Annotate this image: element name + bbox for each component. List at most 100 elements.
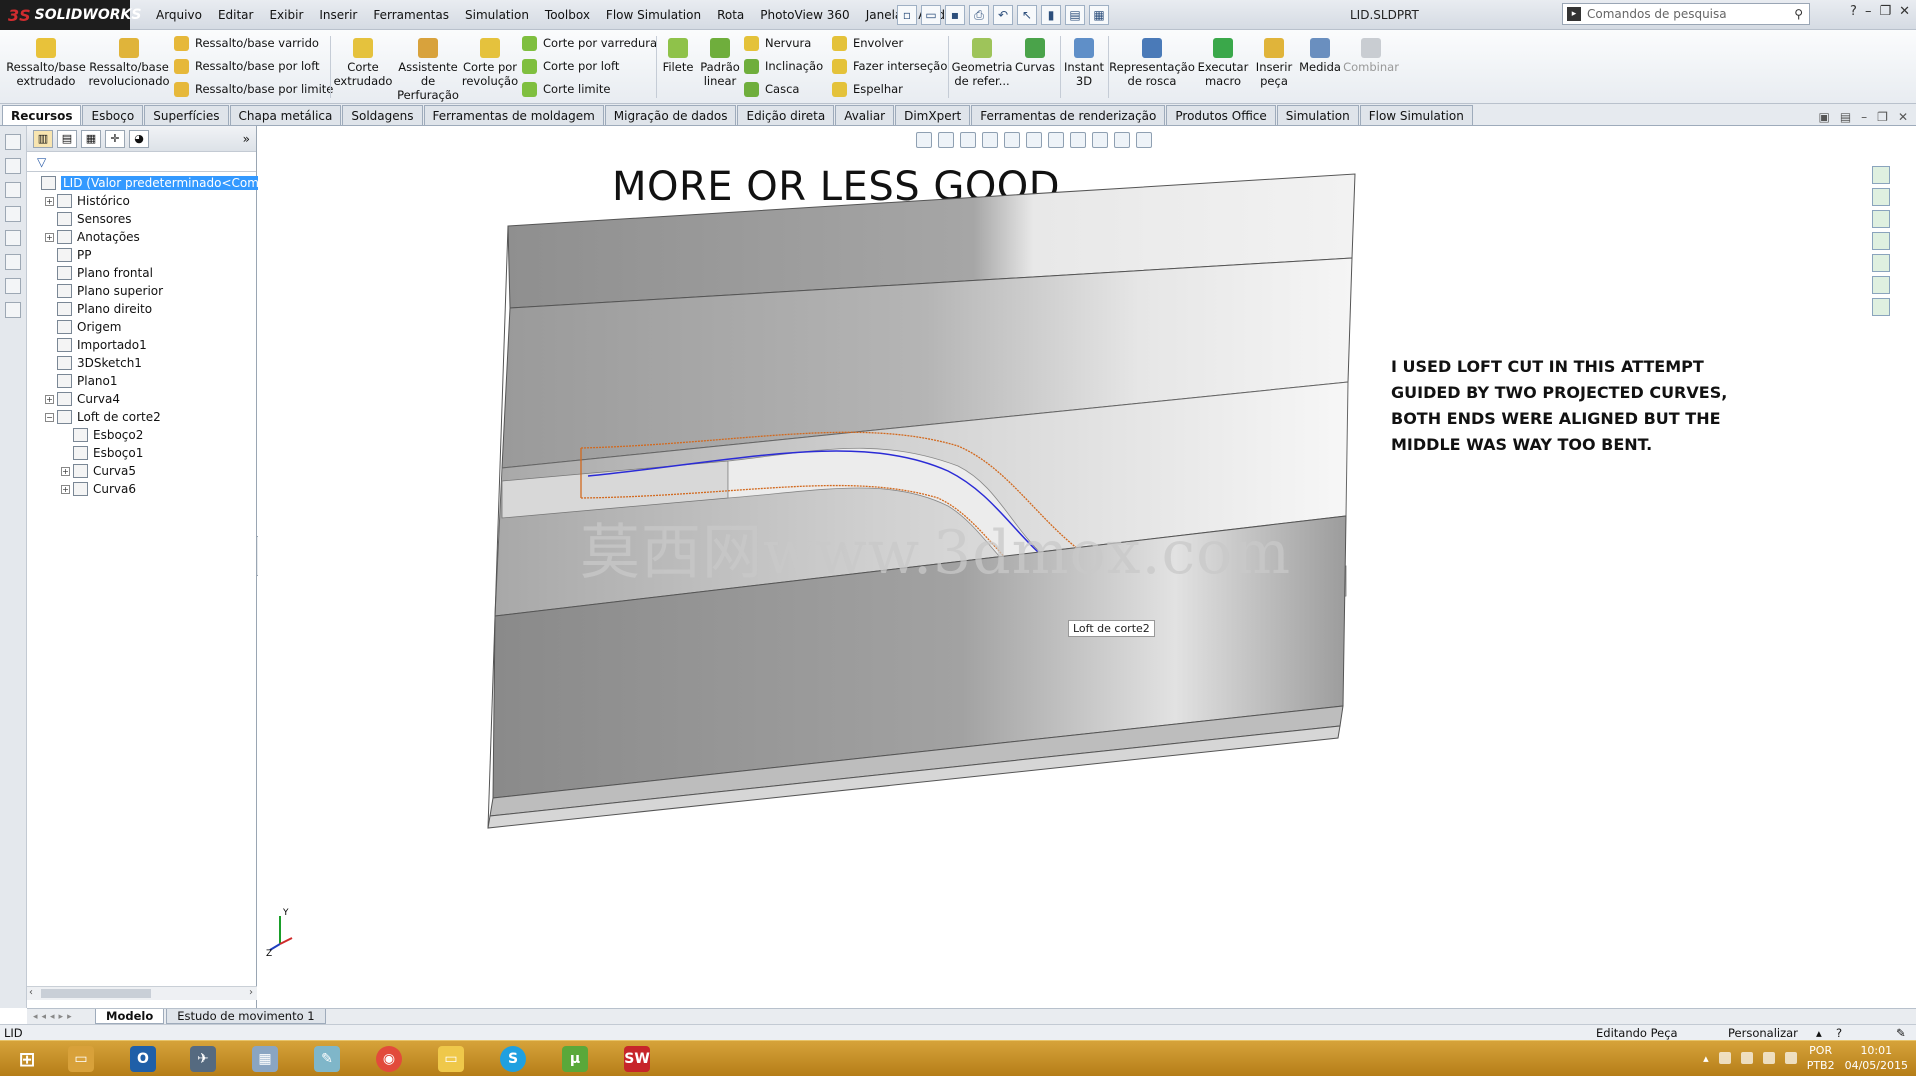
menu-rota[interactable]: Rota <box>709 8 752 22</box>
tab-soldagens[interactable]: Soldagens <box>342 105 423 125</box>
tile-icon[interactable]: ▣ <box>1818 110 1829 124</box>
tree-item[interactable]: Plano direito <box>27 300 256 318</box>
taskbar-solidworks[interactable]: SW <box>610 1044 664 1074</box>
options-icon[interactable]: ▦ <box>1089 5 1109 25</box>
tray-expand-icon[interactable]: ▴ <box>1703 1052 1709 1065</box>
menu-arquivo[interactable]: Arquivo <box>148 8 210 22</box>
expand-icon[interactable]: + <box>45 394 54 404</box>
file-properties-icon[interactable]: ▤ <box>1065 5 1085 25</box>
reference-geometry-button[interactable]: Geometria de refer... <box>952 38 1012 88</box>
taskbar-notepad[interactable]: ✎ <box>300 1044 354 1074</box>
taskbar-skype[interactable]: S <box>486 1044 540 1074</box>
print-icon[interactable]: ⎙ <box>969 5 989 25</box>
home-icon[interactable] <box>1872 188 1890 206</box>
tree-item[interactable]: + Anotações <box>27 228 256 246</box>
tree-item[interactable]: + Curva6 <box>27 480 256 498</box>
taskbar-calculator[interactable]: ▦ <box>238 1044 292 1074</box>
tree-item[interactable]: + Curva4 <box>27 390 256 408</box>
tab-dimxpert[interactable]: DimXpert <box>895 105 971 125</box>
custom-properties-icon[interactable] <box>1872 298 1890 316</box>
file-explorer-icon[interactable] <box>1872 232 1890 250</box>
run-macro-button[interactable]: Executar macro <box>1196 38 1250 88</box>
solidworks-logo[interactable]: 3S SOLIDWORKS <box>0 0 141 30</box>
restore-icon[interactable]: ❐ <box>1879 4 1891 19</box>
tab-flow-simulation[interactable]: Flow Simulation <box>1359 105 1473 125</box>
rib-button[interactable]: Nervura <box>744 34 823 52</box>
measure-button[interactable]: Medida <box>1298 38 1342 74</box>
status-help-icon[interactable]: ? <box>1836 1026 1842 1040</box>
tree-item[interactable]: + Curva5 <box>27 462 256 480</box>
extruded-cut-button[interactable]: Corte extrudado <box>334 38 392 88</box>
design-library-icon[interactable] <box>1872 210 1890 228</box>
expand-icon[interactable]: + <box>61 466 70 476</box>
tree-item[interactable]: LID (Valor predeterminado<Como usi <box>27 174 290 192</box>
cascade-icon[interactable]: ▤ <box>1840 110 1851 124</box>
swept-boss-button[interactable]: Ressalto/base varrido <box>174 34 333 52</box>
input-language[interactable]: POR PTB2 <box>1807 1043 1835 1073</box>
tab-simulation[interactable]: Simulation <box>1276 105 1359 125</box>
tree-item[interactable]: Plano superior <box>27 282 256 300</box>
tree-item[interactable]: Importado1 <box>27 336 256 354</box>
tree-item[interactable]: + Histórico <box>27 192 256 210</box>
revolved-cut-button[interactable]: Corte por revolução <box>462 38 518 88</box>
wrap-button[interactable]: Envolver <box>832 34 947 52</box>
configuration-manager-tab-icon[interactable]: ▦ <box>81 129 101 148</box>
tab-renderizacao[interactable]: Ferramentas de renderização <box>971 105 1166 125</box>
tab-esboco[interactable]: Esboço <box>82 105 144 125</box>
combine-button[interactable]: Combinar <box>1343 38 1399 74</box>
boundary-cut-button[interactable]: Corte limite <box>522 80 657 98</box>
tab-produtos-office[interactable]: Produtos Office <box>1166 105 1276 125</box>
shell-button[interactable]: Casca <box>744 80 823 98</box>
tree-item[interactable]: PP <box>27 246 256 264</box>
doc-close-icon[interactable]: ✕ <box>1898 110 1908 124</box>
menu-inserir[interactable]: Inserir <box>311 8 365 22</box>
curves-button[interactable]: Curvas <box>1014 38 1056 74</box>
linear-pattern-button[interactable]: Padrão linear <box>700 38 740 88</box>
smart-dimension-icon[interactable] <box>5 158 21 174</box>
extruded-boss-button[interactable]: Ressalto/base extrudado <box>6 38 86 88</box>
menu-photoview[interactable]: PhotoView 360 <box>752 8 857 22</box>
intersect-button[interactable]: Fazer interseção <box>832 57 947 75</box>
tree-item[interactable]: Origem <box>27 318 256 336</box>
revolved-boss-button[interactable]: Ressalto/base revolucionado <box>88 38 170 88</box>
tree-item[interactable]: Esboço1 <box>27 444 256 462</box>
solidworks-resources-icon[interactable] <box>1872 166 1890 184</box>
clock[interactable]: 10:01 04/05/2015 <box>1845 1043 1908 1073</box>
thread-representation-button[interactable]: Representação de rosca <box>1109 38 1195 88</box>
collapse-icon[interactable]: − <box>45 412 54 422</box>
display-manager-tab-icon[interactable]: ◕ <box>129 129 149 148</box>
menu-editar[interactable]: Editar <box>210 8 262 22</box>
taskbar-app[interactable]: ✈ <box>176 1044 230 1074</box>
tab-modelo[interactable]: Modelo <box>95 1009 165 1024</box>
tree-item[interactable]: 3DSketch1 <box>27 354 256 372</box>
menu-simulation[interactable]: Simulation <box>457 8 537 22</box>
tab-chapa-metalica[interactable]: Chapa metálica <box>229 105 342 125</box>
lofted-boss-button[interactable]: Ressalto/base por loft <box>174 57 333 75</box>
tray-network-icon[interactable] <box>1718 1052 1731 1064</box>
taskbar-explorer[interactable]: ▭ <box>54 1044 108 1074</box>
menu-exibir[interactable]: Exibir <box>261 8 311 22</box>
rebuild-icon[interactable]: ▮ <box>1041 5 1061 25</box>
draft-button[interactable]: Inclinação <box>744 57 823 75</box>
menu-flow-simulation[interactable]: Flow Simulation <box>598 8 709 22</box>
tree-item[interactable]: Esboço2 <box>27 426 256 444</box>
view-palette-icon[interactable] <box>1872 254 1890 272</box>
menu-ferramentas[interactable]: Ferramentas <box>365 8 457 22</box>
select-pointer-icon[interactable]: ↖ <box>1017 5 1037 25</box>
expand-icon[interactable]: + <box>45 232 54 242</box>
swept-cut-button[interactable]: Corte por varredura <box>522 34 657 52</box>
expand-icon[interactable]: + <box>45 196 54 206</box>
taskbar-utorrent[interactable]: µ <box>548 1044 602 1074</box>
help-icon[interactable]: ? <box>1850 4 1857 19</box>
graphics-area[interactable]: MORE OR LESS GOOD 莫西网www.3dmox.com Loft … <box>258 126 1892 1008</box>
boundary-boss-button[interactable]: Ressalto/base por limite <box>174 80 333 98</box>
mirror-button[interactable]: Espelhar <box>832 80 947 98</box>
trim-tool-icon[interactable] <box>5 278 21 294</box>
status-customize[interactable]: Personalizar <box>1728 1026 1798 1040</box>
taskbar-folder[interactable]: ▭ <box>424 1044 478 1074</box>
close-icon[interactable]: ✕ <box>1899 4 1910 19</box>
tree-item[interactable]: Sensores <box>27 210 256 228</box>
command-search-input[interactable]: ▸ Comandos de pesquisa ⚲ <box>1562 3 1810 25</box>
property-manager-tab-icon[interactable]: ▤ <box>57 129 77 148</box>
line-tool-icon[interactable] <box>5 206 21 222</box>
